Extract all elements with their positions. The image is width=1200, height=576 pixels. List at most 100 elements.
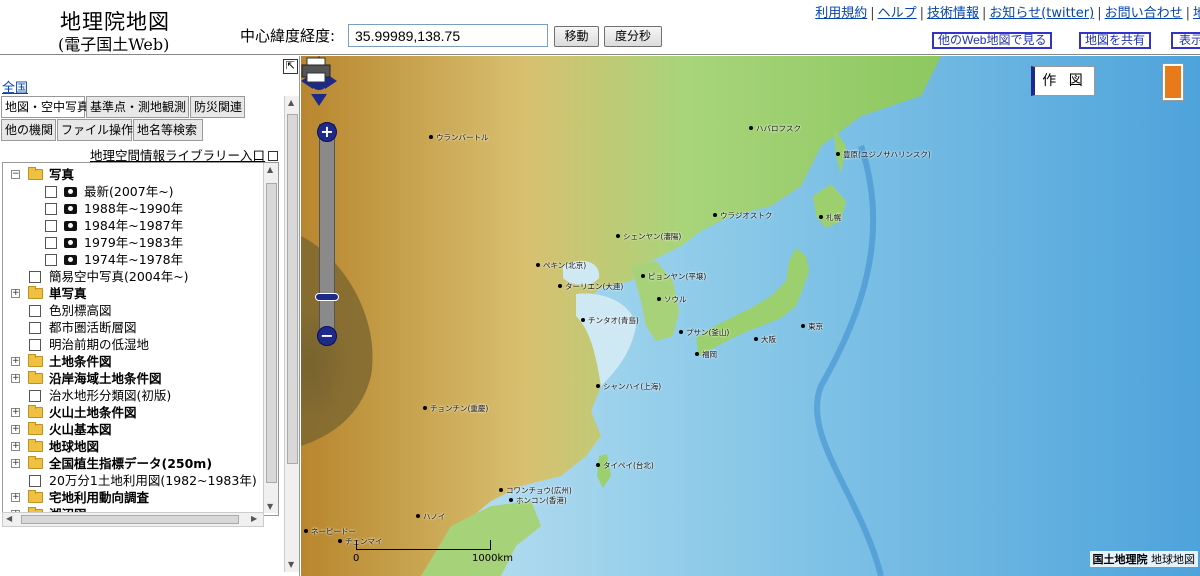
expand-icon[interactable]: + [11, 493, 20, 502]
printer-icon[interactable] [301, 56, 331, 84]
share-map-button[interactable]: 地図を共有 [1079, 32, 1152, 49]
layer-checkbox[interactable] [45, 254, 57, 266]
tree-row[interactable]: + 単写真 [3, 285, 265, 302]
attribution-gsi[interactable]: 国土地理院 [1093, 553, 1148, 566]
zoom-in-button[interactable]: + [317, 122, 337, 142]
layer-checkbox[interactable] [29, 322, 41, 334]
expand-icon[interactable]: + [11, 289, 20, 298]
tree-row[interactable]: 都市圏活断層図 [3, 319, 265, 336]
panel-vertical-thumb[interactable] [287, 114, 298, 464]
help-link[interactable]: ヘルプ [878, 6, 917, 21]
camera-icon [64, 204, 77, 214]
tree-row[interactable]: 色別標高図 [3, 302, 265, 319]
dms-button[interactable]: 度分秒 [604, 26, 662, 47]
zoom-bar[interactable] [319, 124, 335, 344]
tree-row[interactable]: + 火山基本図 [3, 421, 265, 438]
tree-horizontal-scrollbar[interactable]: ◀ ▶ [2, 512, 264, 527]
collapse-icon[interactable]: − [11, 170, 20, 179]
tree-row[interactable]: 簡易空中写真(2004年~) [3, 268, 265, 285]
city-label: ハバロフスク [749, 123, 801, 134]
scroll-down-icon[interactable]: ▼ [267, 502, 273, 511]
terms-link[interactable]: 利用規約 [815, 6, 867, 21]
expand-icon[interactable]: + [11, 442, 20, 451]
tree-row[interactable]: + 宅地利用動向調査 [3, 489, 265, 506]
layer-checkbox[interactable] [29, 339, 41, 351]
tree-row[interactable]: + 全国植生指標データ(250m) [3, 455, 265, 472]
tree-label: 全国植生指標データ(250m) [49, 456, 213, 471]
coord-input[interactable] [348, 24, 548, 47]
scroll-right-icon[interactable]: ▶ [251, 514, 257, 523]
zoom-slider-handle[interactable] [315, 293, 339, 301]
city-label: シャンハイ(上海) [596, 381, 661, 392]
tree-row[interactable]: 1979年~1983年 [3, 234, 265, 251]
scale-max-label: 1000km [472, 553, 513, 564]
tree-row[interactable]: + 土地条件図 [3, 353, 265, 370]
more-link[interactable]: 地 [1193, 6, 1200, 21]
tab-disaster[interactable]: 防災関連 [190, 96, 245, 118]
panel-vertical-scrollbar[interactable]: ▲ ▼ [284, 96, 299, 572]
city-label: ターリエン(大連) [558, 281, 623, 292]
city-label: 福岡 [695, 349, 717, 360]
tree-row[interactable]: 治水地形分類図(初版) [3, 387, 265, 404]
expand-icon[interactable]: + [11, 374, 20, 383]
tree-label: 沿岸海域土地条件図 [49, 371, 162, 386]
tree-row[interactable]: 1984年~1987年 [3, 217, 265, 234]
draw-button[interactable]: 作 図 [1031, 66, 1095, 96]
tree-label: 写真 [49, 167, 75, 182]
scale-zero-label: 0 [353, 553, 360, 564]
move-button[interactable]: 移動 [554, 26, 599, 47]
expand-icon[interactable]: + [11, 408, 20, 417]
tree-row[interactable]: + 沿岸海域土地条件図 [3, 370, 265, 387]
tree-row[interactable]: + 地球地図 [3, 438, 265, 455]
other-web-map-button[interactable]: 他のWeb地図で見る [932, 32, 1053, 49]
scroll-left-icon[interactable]: ◀ [6, 514, 12, 523]
panel-scroll-up-icon[interactable]: ▲ [288, 98, 294, 107]
city-label: 豊原(ユジノサハリンスク) [836, 149, 931, 160]
folder-icon [28, 354, 43, 367]
all-japan-link[interactable]: 全国 [2, 77, 28, 96]
contact-link[interactable]: お問い合わせ [1105, 6, 1183, 21]
expand-icon[interactable]: + [11, 459, 20, 468]
city-label: ウラジオストク [713, 210, 772, 221]
tab-other-agencies[interactable]: 他の機関 [1, 119, 56, 141]
scroll-up-icon[interactable]: ▲ [267, 165, 273, 174]
tab-map-photo[interactable]: 地図・空中写真 [1, 96, 89, 118]
layer-checkbox[interactable] [29, 305, 41, 317]
expand-icon[interactable]: + [11, 425, 20, 434]
tree-vertical-scrollbar[interactable]: ▲ ▼ [263, 163, 278, 513]
tree-row[interactable]: 最新(2007年~) [3, 183, 265, 200]
tech-info-link[interactable]: 技術情報 [927, 6, 979, 21]
tree-horizontal-thumb[interactable] [21, 515, 239, 524]
tab-place-search[interactable]: 地名等検索 [133, 119, 203, 141]
left-panel: ⇱ 全国 地図・空中写真 基準点・測地観測 防災関連 他の機関 ファイル操作 地… [0, 56, 300, 576]
city-label: チンタオ(青島) [581, 315, 639, 326]
news-link[interactable]: お知らせ(twitter) [989, 6, 1094, 21]
zoom-out-button[interactable]: − [317, 326, 337, 346]
layer-checkbox[interactable] [29, 390, 41, 402]
tree-row[interactable]: 20万分1土地利用図(1982~1983年) [3, 472, 265, 489]
tab-control-points[interactable]: 基準点・測地観測 [86, 96, 189, 118]
layer-checkbox[interactable] [45, 186, 57, 198]
map-view[interactable]: ウランバートル ハバロフスク 豊原(ユジノサハリンスク) ウラジオストク 札幌 シェンヤン… [301, 56, 1200, 576]
tab-file-ops[interactable]: ファイル操作 [57, 119, 133, 141]
layer-checkbox[interactable] [29, 475, 41, 487]
city-label: 大阪 [754, 334, 776, 345]
tree-row[interactable]: 1988年~1990年 [3, 200, 265, 217]
layer-checkbox[interactable] [29, 271, 41, 283]
tree-label: 1974年~1978年 [84, 252, 184, 267]
panel-scroll-down-icon[interactable]: ▼ [288, 560, 294, 569]
expand-icon[interactable]: + [11, 357, 20, 366]
collapse-panel-icon[interactable]: ⇱ [283, 59, 298, 74]
ruler-icon[interactable] [1163, 64, 1183, 100]
display-button[interactable]: 表示 [1171, 32, 1200, 49]
map-attribution: 国土地理院 地球地図 [1089, 551, 1198, 567]
tree-label: 1988年~1990年 [84, 201, 184, 216]
tree-vertical-thumb[interactable] [266, 183, 277, 483]
tree-row[interactable]: 明治前期の低湿地 [3, 336, 265, 353]
tree-row[interactable]: 1974年~1978年 [3, 251, 265, 268]
layer-checkbox[interactable] [45, 220, 57, 232]
tree-row[interactable]: − 写真 [3, 166, 265, 183]
layer-checkbox[interactable] [45, 237, 57, 249]
layer-checkbox[interactable] [45, 203, 57, 215]
tree-row[interactable]: + 火山土地条件図 [3, 404, 265, 421]
